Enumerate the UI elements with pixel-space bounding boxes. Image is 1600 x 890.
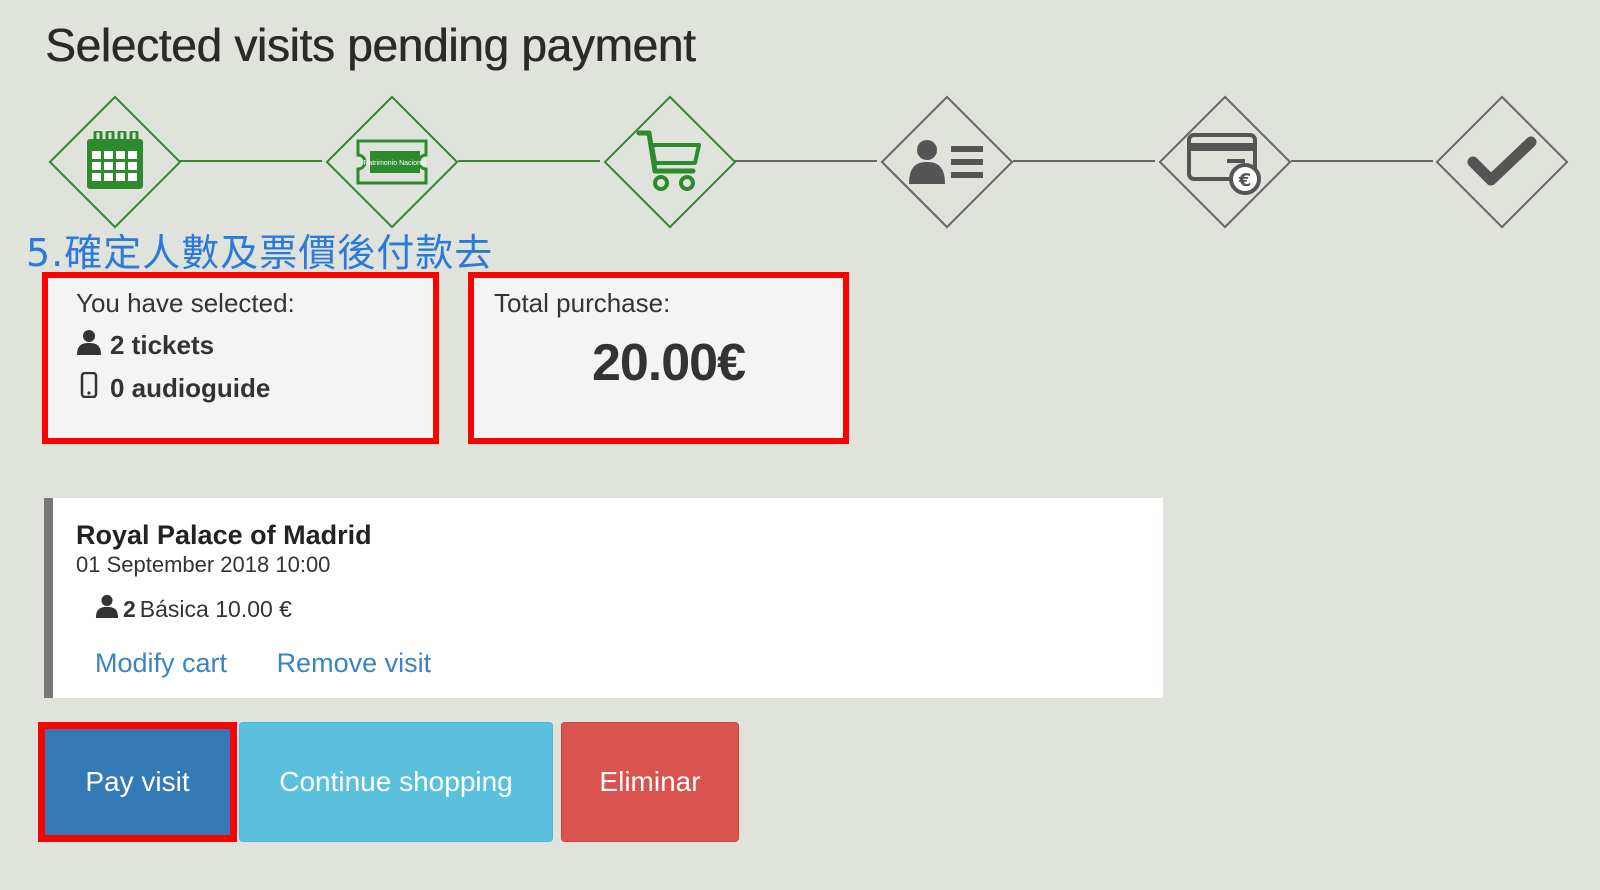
ticket-logo-text: Patrimonio Nacional — [364, 160, 427, 167]
total-amount: 20.00€ — [591, 334, 746, 392]
visit-actions: Modify cart Remove visit — [95, 648, 473, 679]
user-icon — [76, 329, 110, 362]
visit-ticket-line: 2 Básica 10.00 € — [95, 594, 292, 624]
selection-label: You have selected: — [76, 288, 295, 318]
selection-summary: You have selected: 2 tickets 0 audioguid… — [42, 272, 439, 444]
page-title: Selected visits pending payment — [45, 19, 696, 71]
user-icon — [95, 594, 119, 624]
tickets-count-text: 2 tickets — [110, 330, 215, 360]
tickets-count: 2 tickets — [76, 329, 295, 362]
continue-shopping-button[interactable]: Continue shopping — [239, 722, 553, 842]
mobile-phone-icon — [76, 371, 110, 405]
modify-cart-link[interactable]: Modify cart — [95, 648, 227, 678]
total-summary: Total purchase: 20.00€ — [468, 272, 849, 444]
credit-card-euro-icon: € — [1157, 94, 1293, 230]
pay-visit-button[interactable]: Pay visit — [38, 722, 237, 842]
annotation-note: 5.確定人數及票價後付款去 — [26, 231, 494, 275]
calendar-icon — [47, 94, 183, 230]
delete-button[interactable]: Eliminar — [561, 722, 739, 842]
user-list-icon — [879, 94, 1015, 230]
remove-visit-link[interactable]: Remove visit — [277, 648, 432, 678]
step-connector — [1291, 160, 1433, 162]
step-cart — [602, 94, 738, 230]
step-connector — [180, 160, 322, 162]
step-connector — [735, 160, 877, 162]
step-user-data — [879, 94, 1015, 230]
audioguide-count: 0 audioguide — [76, 371, 295, 405]
audioguide-count-text: 0 audioguide — [110, 373, 271, 403]
visit-datetime: 01 September 2018 10:00 — [76, 552, 331, 577]
ticket-icon: Patrimonio Nacional — [324, 94, 460, 230]
total-label: Total purchase: — [494, 288, 671, 318]
step-connector — [1013, 160, 1155, 162]
visit-ticket-desc: Básica 10.00 € — [139, 595, 292, 622]
svg-text:€: € — [1238, 170, 1252, 191]
checkmark-icon — [1434, 94, 1570, 230]
progress-stepper: Patrimonio Nacional € — [0, 84, 1600, 234]
step-connector — [458, 160, 600, 162]
step-confirmation — [1434, 94, 1570, 230]
visit-name: Royal Palace of Madrid — [76, 520, 372, 550]
visit-card: Royal Palace of Madrid 01 September 2018… — [44, 498, 1163, 698]
step-ticket: Patrimonio Nacional — [324, 94, 460, 230]
shopping-cart-icon — [602, 94, 738, 230]
step-payment: € — [1157, 94, 1293, 230]
step-calendar — [47, 94, 183, 230]
visit-ticket-qty: 2 — [123, 595, 136, 622]
